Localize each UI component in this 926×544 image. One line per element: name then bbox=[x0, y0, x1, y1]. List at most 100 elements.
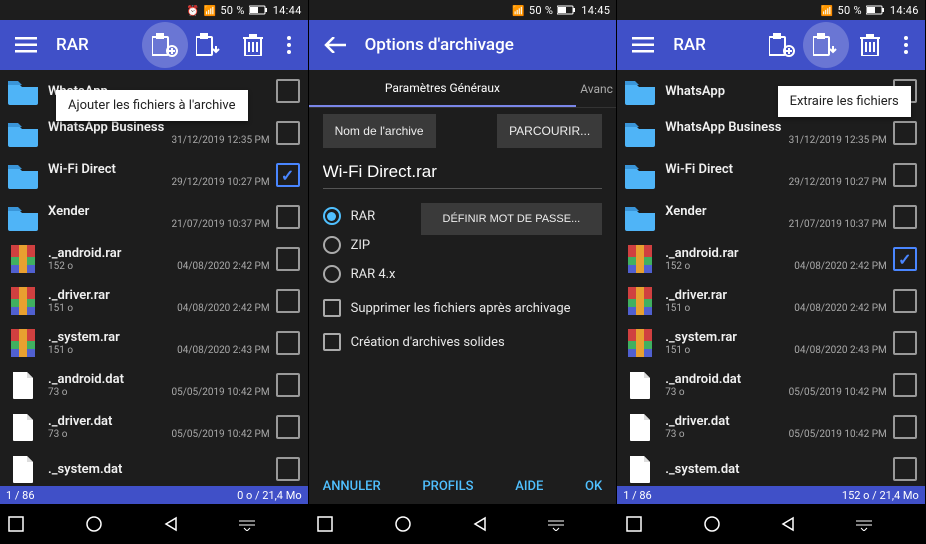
nav-recent[interactable] bbox=[317, 516, 377, 532]
signal-icon bbox=[204, 4, 217, 17]
tab-advanced[interactable]: Avanc bbox=[576, 72, 616, 106]
nav-drawer[interactable] bbox=[856, 517, 916, 531]
file-checkbox[interactable] bbox=[276, 163, 300, 187]
radio-on-icon bbox=[323, 207, 341, 225]
delete-button[interactable] bbox=[849, 24, 891, 66]
file-checkbox[interactable] bbox=[276, 289, 300, 313]
file-row[interactable]: ._system.rar151 o04/08/2020 2:43 PM bbox=[617, 322, 925, 364]
file-date: 04/08/2020 2:42 PM bbox=[794, 303, 887, 314]
file-row[interactable]: ._driver.dat73 o05/05/2019 10:42 PM bbox=[0, 406, 308, 448]
format-rar4[interactable]: RAR 4.x bbox=[323, 261, 413, 287]
selection-count: 1 / 86 bbox=[6, 489, 35, 502]
nav-drawer[interactable] bbox=[239, 517, 299, 531]
file-checkbox[interactable] bbox=[276, 121, 300, 145]
cancel-button[interactable]: ANNULER bbox=[323, 479, 381, 494]
file-name: ._system.rar bbox=[48, 330, 270, 345]
file-checkbox[interactable] bbox=[893, 121, 917, 145]
menu-button[interactable] bbox=[6, 20, 46, 70]
file-checkbox[interactable] bbox=[893, 205, 917, 229]
file-checkbox[interactable] bbox=[276, 79, 300, 103]
file-checkbox[interactable] bbox=[893, 373, 917, 397]
folder-icon bbox=[4, 116, 42, 150]
file-row[interactable]: ._driver.rar151 o04/08/2020 2:42 PM bbox=[0, 280, 308, 322]
browse-button[interactable]: PARCOURIR... bbox=[497, 114, 602, 148]
set-password-button[interactable]: DÉFINIR MOT DE PASSE... bbox=[421, 203, 603, 235]
file-row[interactable]: ._driver.rar151 o04/08/2020 2:42 PM bbox=[617, 280, 925, 322]
file-checkbox[interactable] bbox=[893, 457, 917, 481]
format-zip[interactable]: ZIP bbox=[323, 232, 413, 258]
nav-back[interactable] bbox=[471, 516, 531, 532]
file-list[interactable]: WhatsAppWhatsApp Business31/12/2019 12:3… bbox=[0, 70, 308, 486]
file-checkbox[interactable] bbox=[276, 373, 300, 397]
nav-recent[interactable] bbox=[8, 516, 68, 532]
file-row[interactable]: WhatsApp Business31/12/2019 12:35 PM bbox=[617, 112, 925, 154]
option-delete-after[interactable]: Supprimer les fichiers après archivage bbox=[323, 295, 603, 321]
option-solid-archive[interactable]: Création d'archives solides bbox=[323, 329, 603, 355]
add-to-archive-button[interactable] bbox=[144, 24, 186, 66]
status-bar: 50 % 14:46 bbox=[617, 0, 925, 20]
rar-icon bbox=[4, 284, 42, 318]
selection-size: 152 o / 21,4 Mo bbox=[842, 489, 919, 502]
nav-recent[interactable] bbox=[626, 516, 686, 532]
file-checkbox[interactable] bbox=[276, 331, 300, 355]
file-row[interactable]: Wi-Fi Direct29/12/2019 10:27 PM bbox=[0, 154, 308, 196]
archive-name-input[interactable] bbox=[323, 156, 603, 189]
signal-icon bbox=[821, 4, 834, 17]
file-name: ._android.rar bbox=[665, 246, 887, 261]
file-row[interactable]: ._android.dat73 o05/05/2019 10:42 PM bbox=[617, 364, 925, 406]
file-row[interactable]: ._android.rar152 o04/08/2020 2:42 PM bbox=[617, 238, 925, 280]
overflow-menu-button[interactable] bbox=[893, 24, 919, 66]
file-size: 73 o bbox=[48, 429, 67, 440]
file-row[interactable]: ._system.dat bbox=[617, 448, 925, 486]
rar-icon bbox=[4, 242, 42, 276]
profiles-button[interactable]: PROFILS bbox=[422, 479, 473, 494]
dialog-actions: ANNULER PROFILS AIDE OK bbox=[309, 469, 617, 504]
rar-icon bbox=[621, 284, 659, 318]
nav-back[interactable] bbox=[779, 516, 839, 532]
add-to-archive-button[interactable] bbox=[761, 24, 803, 66]
help-button[interactable]: AIDE bbox=[515, 479, 543, 494]
file-checkbox[interactable] bbox=[893, 415, 917, 439]
file-checkbox[interactable] bbox=[893, 289, 917, 313]
menu-button[interactable] bbox=[623, 20, 663, 70]
overflow-menu-button[interactable] bbox=[276, 24, 302, 66]
back-button[interactable] bbox=[315, 20, 355, 70]
file-name: ._driver.rar bbox=[665, 288, 887, 303]
file-list[interactable]: WhatsAppWhatsApp Business31/12/2019 12:3… bbox=[617, 70, 925, 486]
archive-name-button[interactable]: Nom de l'archive bbox=[323, 114, 436, 148]
tab-general[interactable]: Paramètres Généraux bbox=[309, 71, 577, 107]
file-icon bbox=[4, 410, 42, 444]
nav-home[interactable] bbox=[85, 515, 145, 533]
file-checkbox[interactable] bbox=[893, 163, 917, 187]
file-row[interactable]: Xender21/07/2019 10:37 PM bbox=[617, 196, 925, 238]
battery-icon bbox=[249, 5, 269, 15]
file-row[interactable]: ._system.dat bbox=[0, 448, 308, 486]
file-checkbox[interactable] bbox=[276, 415, 300, 439]
extract-archive-button[interactable] bbox=[805, 24, 847, 66]
file-name: Wi-Fi Direct bbox=[665, 162, 887, 177]
system-nav-bar bbox=[617, 504, 925, 544]
file-row[interactable]: ._system.rar151 o04/08/2020 2:43 PM bbox=[0, 322, 308, 364]
file-date: 04/08/2020 2:42 PM bbox=[177, 261, 270, 272]
file-date: 05/05/2019 10:42 PM bbox=[171, 387, 269, 398]
extract-archive-button[interactable] bbox=[188, 24, 230, 66]
file-checkbox[interactable] bbox=[276, 457, 300, 481]
clock: 14:46 bbox=[890, 4, 919, 17]
file-checkbox[interactable] bbox=[276, 205, 300, 229]
nav-home[interactable] bbox=[703, 515, 763, 533]
file-row[interactable]: ._driver.dat73 o05/05/2019 10:42 PM bbox=[617, 406, 925, 448]
file-row[interactable]: ._android.rar152 o04/08/2020 2:42 PM bbox=[0, 238, 308, 280]
file-checkbox[interactable] bbox=[893, 247, 917, 271]
file-row[interactable]: ._android.dat73 o05/05/2019 10:42 PM bbox=[0, 364, 308, 406]
nav-drawer[interactable] bbox=[548, 517, 608, 531]
ok-button[interactable]: OK bbox=[585, 479, 602, 494]
nav-back[interactable] bbox=[162, 516, 222, 532]
file-checkbox[interactable] bbox=[276, 247, 300, 271]
delete-button[interactable] bbox=[232, 24, 274, 66]
format-rar[interactable]: RAR bbox=[323, 203, 413, 229]
nav-home[interactable] bbox=[394, 515, 454, 533]
file-row[interactable]: Xender21/07/2019 10:37 PM bbox=[0, 196, 308, 238]
file-size: 73 o bbox=[665, 429, 684, 440]
file-checkbox[interactable] bbox=[893, 331, 917, 355]
file-row[interactable]: Wi-Fi Direct29/12/2019 10:27 PM bbox=[617, 154, 925, 196]
